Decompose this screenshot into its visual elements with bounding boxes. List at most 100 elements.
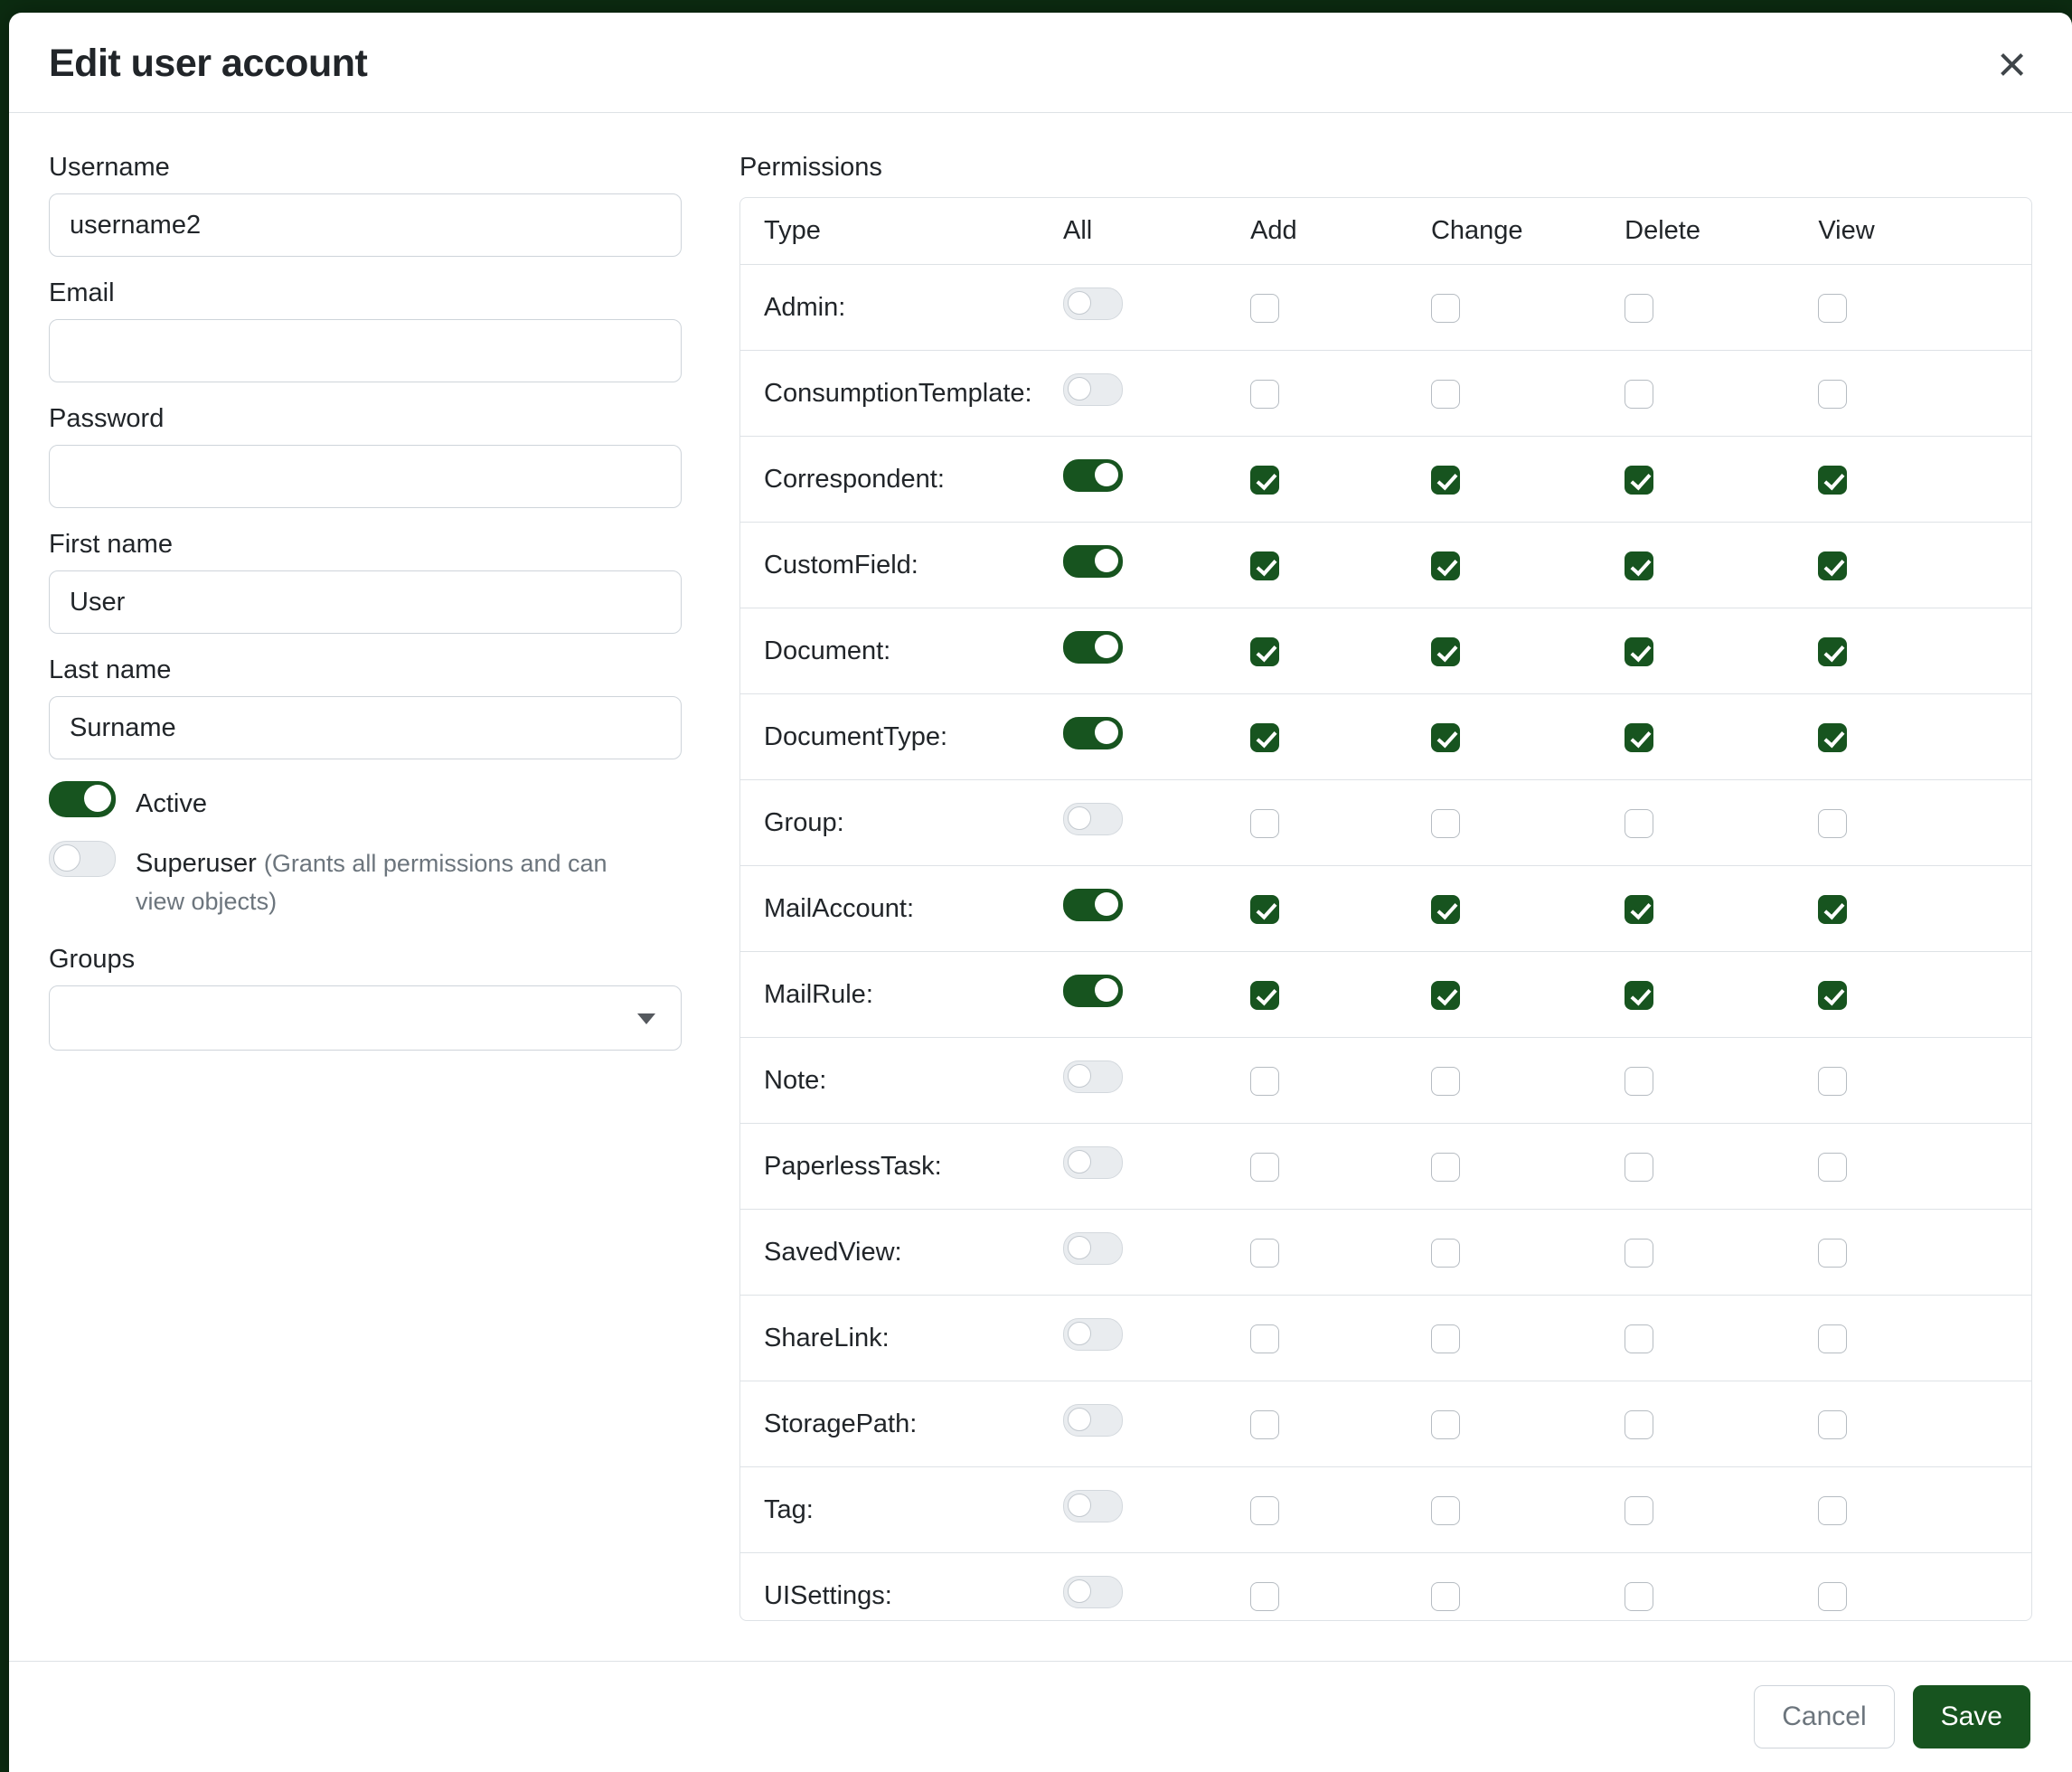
column-header-all: All [1063,198,1250,265]
all-toggle[interactable] [1063,631,1123,664]
add-checkbox[interactable] [1250,723,1279,752]
permission-delete-cell [1625,694,1818,780]
groups-select[interactable] [49,985,682,1051]
add-checkbox[interactable] [1250,1324,1279,1353]
add-checkbox[interactable] [1250,981,1279,1010]
change-checkbox[interactable] [1431,809,1460,838]
delete-checkbox[interactable] [1625,1067,1653,1096]
add-checkbox[interactable] [1250,466,1279,495]
add-checkbox[interactable] [1250,380,1279,409]
delete-checkbox[interactable] [1625,981,1653,1010]
delete-checkbox[interactable] [1625,1582,1653,1611]
permission-row: Admin: [740,265,2031,351]
change-checkbox[interactable] [1431,466,1460,495]
view-checkbox[interactable] [1818,1153,1847,1182]
all-toggle[interactable] [1063,287,1123,320]
all-toggle[interactable] [1063,889,1123,921]
all-toggle[interactable] [1063,1318,1123,1351]
last-name-field[interactable] [49,696,682,759]
delete-checkbox[interactable] [1625,1153,1653,1182]
add-checkbox[interactable] [1250,1153,1279,1182]
close-icon[interactable]: × [1993,42,2030,87]
change-checkbox[interactable] [1431,1067,1460,1096]
view-checkbox[interactable] [1818,637,1847,666]
delete-checkbox[interactable] [1625,380,1653,409]
all-toggle[interactable] [1063,545,1123,578]
all-toggle[interactable] [1063,975,1123,1007]
change-checkbox[interactable] [1431,1239,1460,1268]
all-toggle[interactable] [1063,803,1123,835]
view-checkbox[interactable] [1818,551,1847,580]
view-checkbox[interactable] [1818,809,1847,838]
delete-checkbox[interactable] [1625,809,1653,838]
all-toggle[interactable] [1063,1490,1123,1522]
cancel-button[interactable]: Cancel [1754,1685,1894,1748]
password-field[interactable] [49,445,682,508]
all-toggle[interactable] [1063,373,1123,406]
delete-checkbox[interactable] [1625,294,1653,323]
permission-type-label: Document: [740,608,1063,694]
view-checkbox[interactable] [1818,1324,1847,1353]
change-checkbox[interactable] [1431,895,1460,924]
add-checkbox[interactable] [1250,1239,1279,1268]
email-field[interactable] [49,319,682,382]
add-checkbox[interactable] [1250,1067,1279,1096]
all-toggle[interactable] [1063,717,1123,749]
all-toggle[interactable] [1063,1576,1123,1608]
change-checkbox[interactable] [1431,637,1460,666]
change-checkbox[interactable] [1431,981,1460,1010]
change-checkbox[interactable] [1431,551,1460,580]
view-checkbox[interactable] [1818,466,1847,495]
add-checkbox[interactable] [1250,1410,1279,1439]
view-checkbox[interactable] [1818,1410,1847,1439]
add-checkbox[interactable] [1250,809,1279,838]
view-checkbox[interactable] [1818,895,1847,924]
delete-checkbox[interactable] [1625,1324,1653,1353]
all-toggle[interactable] [1063,1232,1123,1265]
delete-checkbox[interactable] [1625,895,1653,924]
username-input[interactable] [49,193,682,257]
save-button[interactable]: Save [1913,1685,2030,1748]
view-checkbox[interactable] [1818,1582,1847,1611]
add-checkbox[interactable] [1250,294,1279,323]
superuser-toggle[interactable] [49,841,116,877]
delete-checkbox[interactable] [1625,637,1653,666]
view-checkbox[interactable] [1818,294,1847,323]
view-checkbox[interactable] [1818,1067,1847,1096]
permission-add-cell [1250,523,1431,608]
email-label: Email [49,278,682,308]
permission-type-label: Group: [740,780,1063,866]
add-checkbox[interactable] [1250,1582,1279,1611]
delete-checkbox[interactable] [1625,1496,1653,1525]
view-checkbox[interactable] [1818,1239,1847,1268]
column-header-delete: Delete [1625,198,1818,265]
add-checkbox[interactable] [1250,895,1279,924]
delete-checkbox[interactable] [1625,1239,1653,1268]
change-checkbox[interactable] [1431,1496,1460,1525]
all-toggle[interactable] [1063,459,1123,492]
delete-checkbox[interactable] [1625,551,1653,580]
add-checkbox[interactable] [1250,551,1279,580]
add-checkbox[interactable] [1250,1496,1279,1525]
change-checkbox[interactable] [1431,1410,1460,1439]
all-toggle[interactable] [1063,1146,1123,1179]
change-checkbox[interactable] [1431,1324,1460,1353]
delete-checkbox[interactable] [1625,723,1653,752]
change-checkbox[interactable] [1431,1582,1460,1611]
change-checkbox[interactable] [1431,380,1460,409]
view-checkbox[interactable] [1818,723,1847,752]
view-checkbox[interactable] [1818,1496,1847,1525]
change-checkbox[interactable] [1431,1153,1460,1182]
all-toggle[interactable] [1063,1404,1123,1437]
permission-view-cell [1818,780,2031,866]
view-checkbox[interactable] [1818,981,1847,1010]
change-checkbox[interactable] [1431,294,1460,323]
add-checkbox[interactable] [1250,637,1279,666]
view-checkbox[interactable] [1818,380,1847,409]
delete-checkbox[interactable] [1625,1410,1653,1439]
first-name-field[interactable] [49,570,682,634]
all-toggle[interactable] [1063,1060,1123,1093]
delete-checkbox[interactable] [1625,466,1653,495]
change-checkbox[interactable] [1431,723,1460,752]
active-toggle[interactable] [49,781,116,817]
